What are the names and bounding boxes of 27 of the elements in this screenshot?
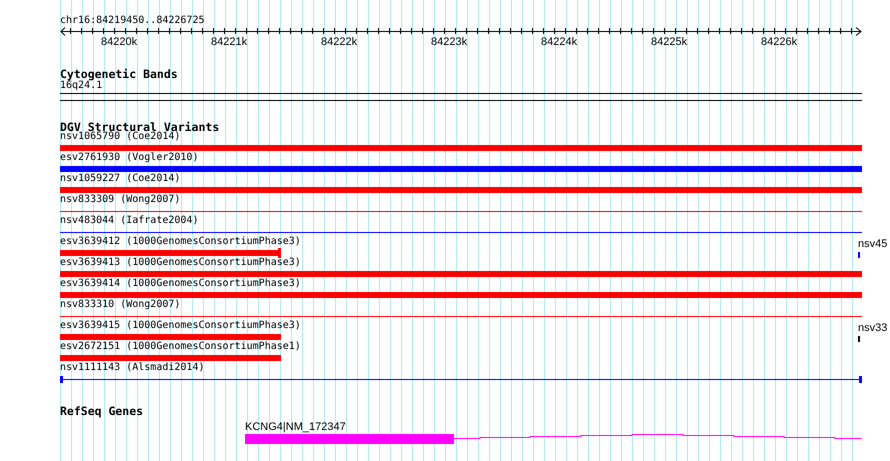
variant-label: nsv833310 (Wong2007) xyxy=(60,299,180,311)
ruler-tick-label: 84220k xyxy=(101,36,138,48)
variant-label: esv3639415 (1000GenomesConsortiumPhase3) xyxy=(60,320,301,332)
variant-label: nsv33 xyxy=(858,322,888,334)
track-title: RefSeq Genes xyxy=(60,405,144,417)
ruler-tick-label: 84226k xyxy=(761,36,798,48)
variant-label: esv2761930 (Vogler2010) xyxy=(60,152,198,164)
band-label: 16q24.1 xyxy=(60,80,102,92)
variant-label: nsv833309 (Wong2007) xyxy=(60,194,180,206)
variant-label: esv3639412 (1000GenomesConsortiumPhase3) xyxy=(60,236,301,248)
variant-label: esv3639413 (1000GenomesConsortiumPhase3) xyxy=(60,257,301,269)
variant-label: esv2672151 (1000GenomesConsortiumPhase1) xyxy=(60,341,301,353)
ruler-tick-label: 84224k xyxy=(541,36,578,48)
location-label: chr16:84219450..84226725 xyxy=(60,15,204,27)
variant-label: nsv45 xyxy=(858,238,888,250)
variant-label: nsv483044 (Iafrate2004) xyxy=(60,215,198,227)
ruler-tick-label: 84225k xyxy=(651,36,688,48)
variant-label: esv3639414 (1000GenomesConsortiumPhase3) xyxy=(60,278,301,290)
variant-label: nsv1059227 (Coe2014) xyxy=(60,173,180,185)
track-title: DGV Structural Variants xyxy=(60,121,220,133)
ruler-tick-label: 84223k xyxy=(431,36,468,48)
ruler-tick-label: 84221k xyxy=(211,36,248,48)
ruler-tick-label: 84222k xyxy=(321,36,358,48)
variant-label: nsv1111143 (Alsmadi2014) xyxy=(60,362,204,374)
gene-label: KCNG4|NM_172347 xyxy=(245,421,346,433)
track-title: Cytogenetic Bands xyxy=(60,68,178,80)
variant-label: nsv1065790 (Coe2014) xyxy=(60,131,180,143)
